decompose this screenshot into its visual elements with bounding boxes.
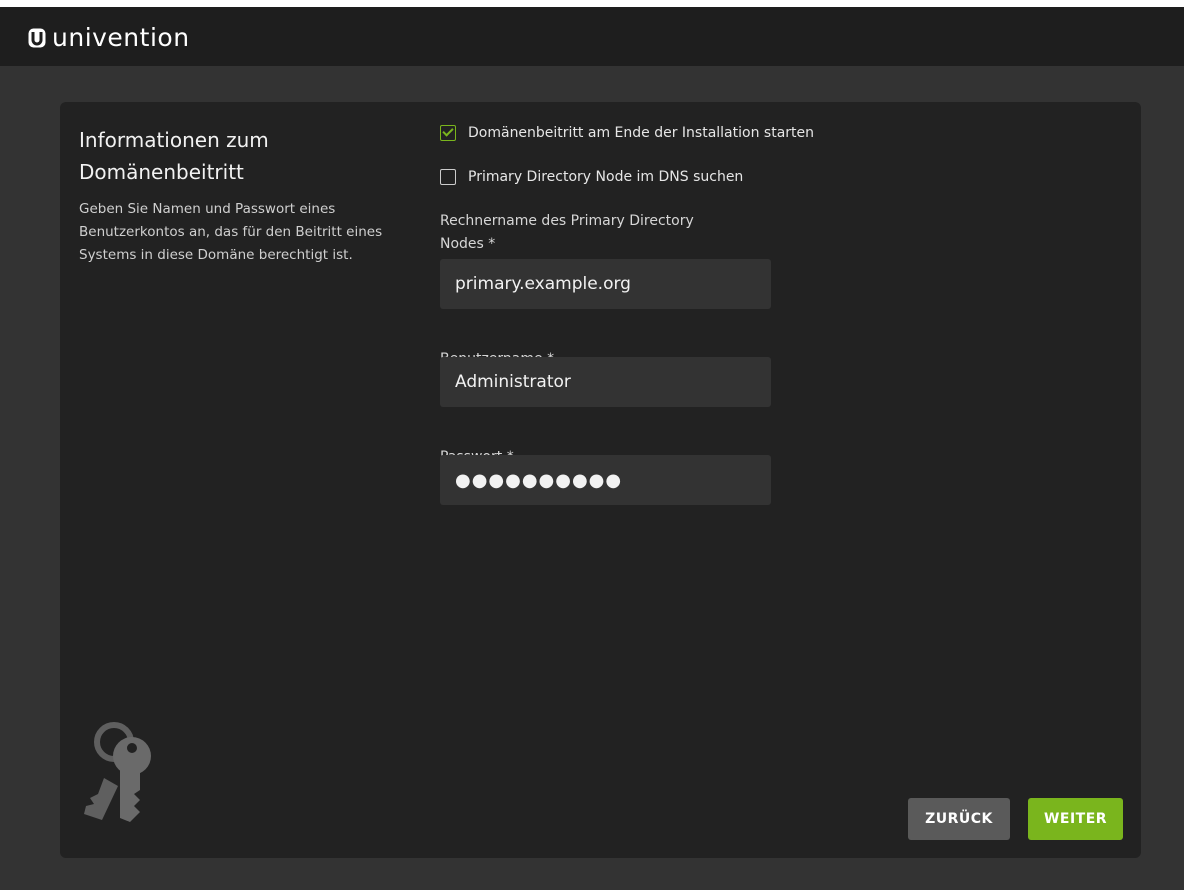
keys-icon <box>76 720 156 830</box>
info-column: Informationen zum Domänenbeitritt Geben … <box>79 124 409 267</box>
page-title-line1: Informationen zum <box>79 128 269 152</box>
username-input[interactable] <box>440 357 771 407</box>
back-button[interactable]: ZURÜCK <box>908 798 1010 840</box>
top-bar: univention <box>0 0 1184 66</box>
page-title-line2: Domänenbeitritt <box>79 160 244 184</box>
univention-logo[interactable]: univention <box>28 23 190 53</box>
hostname-label-line1: Rechnername des Primary Directory <box>440 213 694 229</box>
hostname-input[interactable] <box>440 259 771 309</box>
search-dns-checkbox-row[interactable]: Primary Directory Node im DNS suchen <box>440 165 743 189</box>
page-description: Geben Sie Namen und Passwort eines Benut… <box>79 201 383 263</box>
page-title: Informationen zum Domänenbeitritt <box>79 124 409 188</box>
search-dns-label[interactable]: Primary Directory Node im DNS suchen <box>468 169 743 185</box>
password-input[interactable] <box>440 455 771 505</box>
join-at-end-checkbox-row[interactable]: Domänenbeitritt am Ende der Installation… <box>440 121 814 145</box>
hostname-label-line2: Nodes * <box>440 236 496 252</box>
domain-join-panel: Informationen zum Domänenbeitritt Geben … <box>60 102 1141 858</box>
logo-text: univention <box>52 23 190 52</box>
next-button[interactable]: WEITER <box>1028 798 1123 840</box>
search-dns-checkbox[interactable] <box>440 169 456 185</box>
hostname-label: Rechnername des Primary Directory Nodes … <box>440 210 694 256</box>
join-at-end-checkbox[interactable] <box>440 125 456 141</box>
join-at-end-label[interactable]: Domänenbeitritt am Ende der Installation… <box>468 125 814 141</box>
univention-u-icon <box>28 28 46 48</box>
